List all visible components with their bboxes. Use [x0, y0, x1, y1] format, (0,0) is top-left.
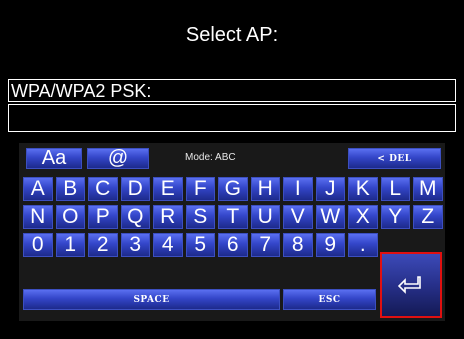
escape-button[interactable]: ESC [283, 289, 376, 310]
key-5[interactable]: 5 [185, 233, 215, 257]
key-g[interactable]: G [218, 177, 248, 201]
key-s[interactable]: S [185, 205, 215, 229]
key-o[interactable]: O [55, 205, 85, 229]
key-4[interactable]: 4 [153, 233, 183, 257]
space-button[interactable]: SPACE [23, 289, 280, 310]
delete-button[interactable]: < DEL [348, 148, 441, 169]
key-8[interactable]: 8 [283, 233, 313, 257]
key-r[interactable]: R [153, 205, 183, 229]
key-p[interactable]: P [88, 205, 118, 229]
at-sign-button[interactable]: @ [87, 147, 149, 169]
field-label-box: WPA/WPA2 PSK: [8, 79, 456, 102]
key-b[interactable]: B [55, 177, 85, 201]
key-i[interactable]: I [283, 177, 313, 201]
page-title: Select AP: [185, 24, 279, 46]
key-v[interactable]: V [283, 205, 313, 229]
key-t[interactable]: T [218, 205, 248, 229]
key-u[interactable]: U [250, 205, 280, 229]
key-7[interactable]: 7 [250, 233, 280, 257]
key-w[interactable]: W [315, 205, 345, 229]
mode-label: Mode: ABC [185, 152, 236, 163]
key-0[interactable]: 0 [23, 233, 53, 257]
toggle-case-button[interactable]: Aa [26, 147, 82, 169]
key-h[interactable]: H [250, 177, 280, 201]
key-n[interactable]: N [23, 205, 53, 229]
enter-button[interactable] [380, 252, 442, 318]
key-k[interactable]: K [348, 177, 378, 201]
key-3[interactable]: 3 [120, 233, 150, 257]
key-z[interactable]: Z [413, 205, 443, 229]
key-e[interactable]: E [153, 177, 183, 201]
key-a[interactable]: A [23, 177, 53, 201]
key-q[interactable]: Q [120, 205, 150, 229]
field-label: WPA/WPA2 PSK: [11, 81, 152, 101]
key-x[interactable]: X [348, 205, 378, 229]
screen: Select AP: WPA/WPA2 PSK: Aa @ Mode: ABC … [0, 0, 464, 339]
on-screen-keyboard: Aa @ Mode: ABC < DEL ABCDEFGHIJKLM NOPQR… [19, 143, 445, 321]
key-y[interactable]: Y [380, 205, 410, 229]
key-d[interactable]: D [120, 177, 150, 201]
key-f[interactable]: F [185, 177, 215, 201]
key-1[interactable]: 1 [55, 233, 85, 257]
key-j[interactable]: J [315, 177, 345, 201]
key-9[interactable]: 9 [315, 233, 345, 257]
key-6[interactable]: 6 [218, 233, 248, 257]
key-2[interactable]: 2 [88, 233, 118, 257]
key-c[interactable]: C [88, 177, 118, 201]
key-period[interactable]: . [348, 233, 378, 257]
password-input[interactable] [8, 104, 456, 132]
key-m[interactable]: M [413, 177, 443, 201]
key-l[interactable]: L [380, 177, 410, 201]
enter-return-icon [398, 276, 421, 294]
